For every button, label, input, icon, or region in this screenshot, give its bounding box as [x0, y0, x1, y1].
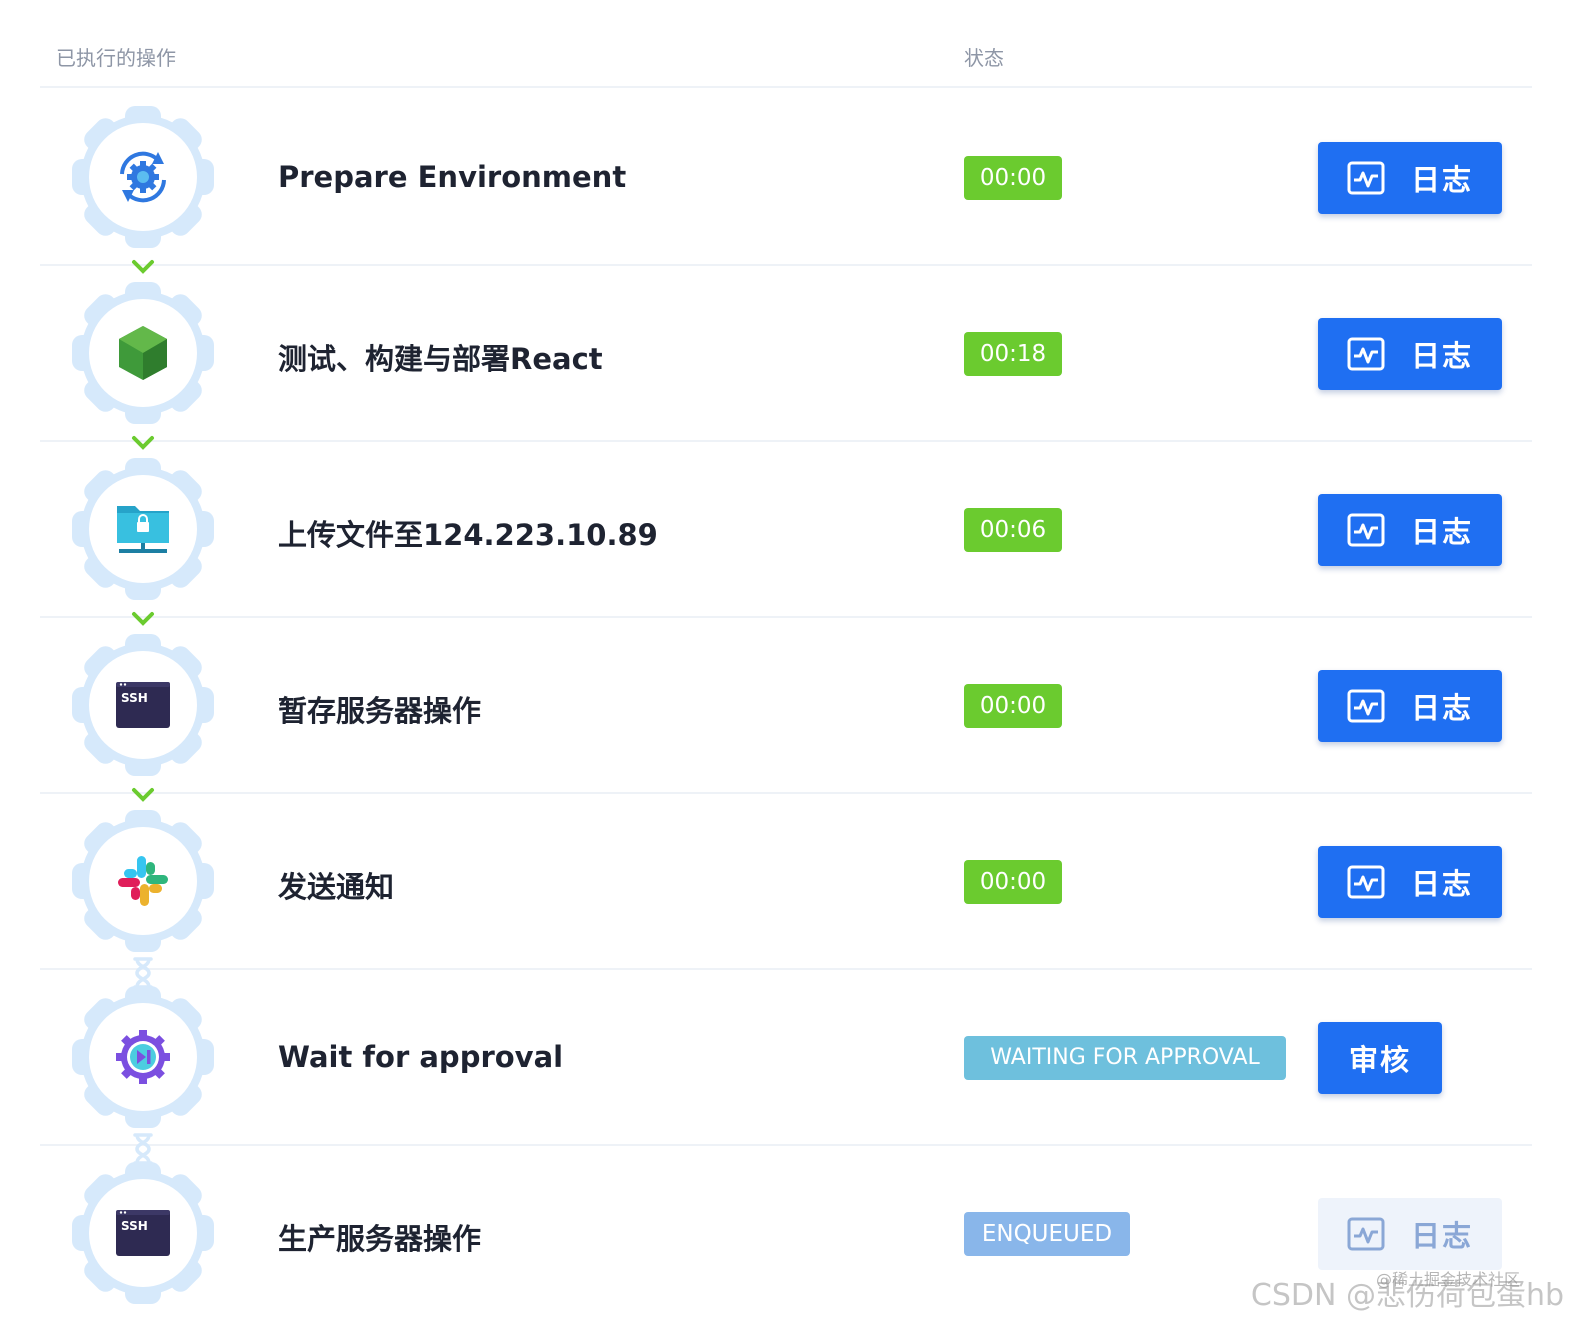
ssh-terminal-icon: SSH [116, 682, 170, 728]
log-button[interactable]: 日志 [1318, 318, 1502, 390]
status-column-title: 状态 [964, 46, 1004, 70]
approval-gear-icon [116, 1030, 170, 1084]
status-badge: WAITING FOR APPROVAL [964, 1036, 1286, 1080]
log-button-disabled[interactable]: 日志 [1318, 1198, 1502, 1270]
status-badge: ENQUEUED [964, 1212, 1130, 1256]
slack-icon [118, 856, 168, 906]
status-badge: 00:18 [964, 332, 1062, 376]
log-button[interactable]: 日志 [1318, 494, 1502, 566]
operations-column-title: 已执行的操作 [56, 46, 176, 70]
step-gear: SSH [70, 632, 216, 778]
table-row: SSH 暂存服务器操作 00:00 日志 [40, 618, 1532, 794]
log-button[interactable]: 日志 [1318, 142, 1502, 214]
log-button-label: 日志 [1410, 515, 1473, 549]
activity-log-icon [1347, 865, 1385, 899]
operation-name: Prepare Environment [278, 160, 627, 194]
activity-log-icon [1347, 161, 1385, 195]
step-gear [70, 456, 216, 602]
table-row: 发送通知 00:00 日志 [40, 794, 1532, 970]
log-button-label: 日志 [1410, 163, 1473, 197]
log-button-label: 日志 [1410, 339, 1473, 373]
activity-log-icon [1347, 1217, 1385, 1251]
step-gear [70, 104, 216, 250]
operation-name: 生产服务器操作 [278, 1222, 482, 1256]
review-button[interactable]: 审核 [1318, 1022, 1442, 1094]
log-button-label: 日志 [1410, 867, 1473, 901]
operation-name: 测试、构建与部署React [278, 342, 603, 376]
watermark: CSDN @悲伤荷包蛋hb [1250, 1278, 1564, 1313]
table-header: 已执行的操作 状态 [40, 0, 1532, 88]
log-button-label: 日志 [1410, 691, 1473, 725]
activity-log-icon [1347, 689, 1385, 723]
svg-text:SSH: SSH [121, 691, 148, 705]
step-gear [70, 984, 216, 1130]
review-button-label: 审核 [1348, 1043, 1411, 1077]
operation-name: 发送通知 [278, 870, 395, 904]
operation-name: Wait for approval [278, 1040, 564, 1074]
status-badge: 00:00 [964, 684, 1062, 728]
table-row: 上传文件至124.223.10.89 00:06 日志 [40, 442, 1532, 618]
table-row: 测试、构建与部署React 00:18 日志 [40, 266, 1532, 442]
status-badge: 00:00 [964, 860, 1062, 904]
nodejs-hexagon-icon [119, 326, 167, 380]
ssh-terminal-icon: SSH [116, 1210, 170, 1256]
step-gear [70, 280, 216, 426]
step-gear [70, 808, 216, 954]
table-row: Wait for approval WAITING FOR APPROVAL 审… [40, 970, 1532, 1146]
log-button[interactable]: 日志 [1318, 670, 1502, 742]
status-badge: 00:00 [964, 156, 1062, 200]
status-badge: 00:06 [964, 508, 1062, 552]
step-gear: SSH [70, 1160, 216, 1306]
svg-text:SSH: SSH [121, 1219, 148, 1233]
log-button[interactable]: 日志 [1318, 846, 1502, 918]
log-button-label: 日志 [1410, 1219, 1473, 1253]
activity-log-icon [1347, 513, 1385, 547]
folder-lock-network-icon [117, 506, 169, 553]
operation-name: 上传文件至124.223.10.89 [278, 518, 658, 552]
activity-log-icon [1347, 337, 1385, 371]
gear-sync-icon [120, 151, 166, 203]
table-row: Prepare Environment 00:00 日志 [40, 90, 1532, 266]
operation-name: 暂存服务器操作 [278, 694, 482, 728]
